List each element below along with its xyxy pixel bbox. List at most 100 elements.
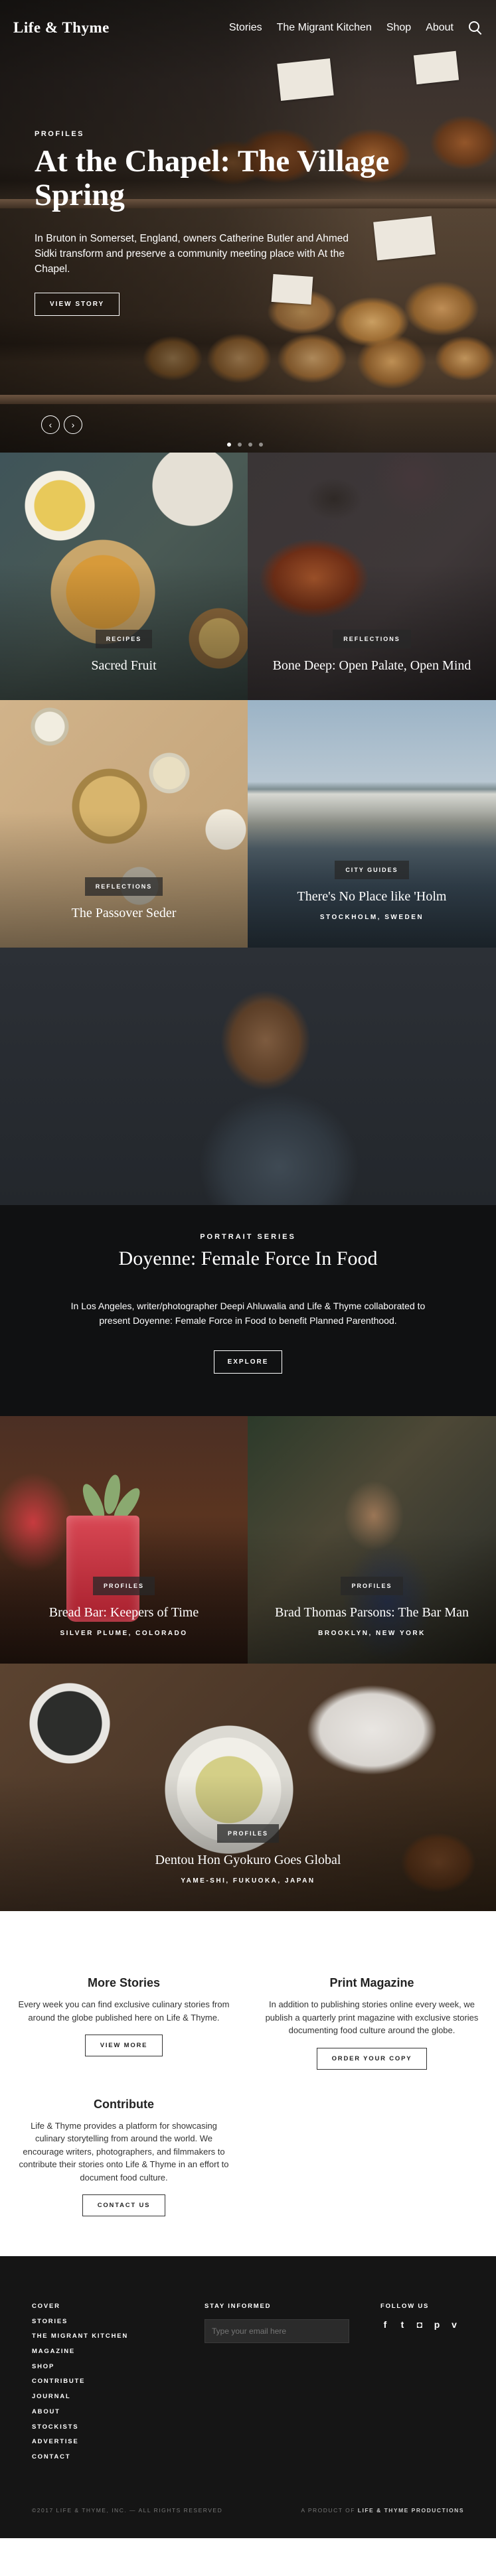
pinterest-icon[interactable]: p xyxy=(432,2319,442,2330)
footer-link-about[interactable]: ABOUT xyxy=(32,2408,205,2415)
hero-title[interactable]: At the Chapel: The Village Spring xyxy=(35,145,393,212)
shelf-divider xyxy=(0,395,496,404)
tile-title[interactable]: Bread Bar: Keepers of Time xyxy=(0,1605,248,1620)
order-copy-button[interactable]: ORDER YOUR COPY xyxy=(316,2047,428,2070)
site-footer: COVER STORIES THE MIGRANT KITCHEN MAGAZI… xyxy=(0,2256,496,2538)
slider-dot[interactable] xyxy=(238,443,242,447)
story-grid-row-2: REFLECTIONS The Passover Seder CITY GUID… xyxy=(0,700,496,948)
print-magazine-title: Print Magazine xyxy=(329,1976,414,1989)
footer-link-cover[interactable]: COVER xyxy=(32,2303,205,2310)
product-name-link[interactable]: LIFE & THYME PRODUCTIONS xyxy=(358,2507,464,2514)
footer-link-stories[interactable]: STORIES xyxy=(32,2318,205,2325)
print-magazine-text: In addition to publishing stories online… xyxy=(265,1999,479,2035)
nav-shop[interactable]: Shop xyxy=(386,22,411,34)
view-more-button[interactable]: VIEW MORE xyxy=(84,2035,163,2056)
story-grid-row-1: RECIPES Sacred Fruit REFLECTIONS Bone De… xyxy=(0,453,496,700)
newsletter-block: STAY INFORMED xyxy=(205,2303,380,2469)
nav-stories[interactable]: Stories xyxy=(229,22,262,34)
tile-caption: RECIPES Sacred Fruit xyxy=(0,630,248,674)
footer-link-shop[interactable]: SHOP xyxy=(32,2363,205,2370)
tile-location: BROOKLYN, NEW YORK xyxy=(318,1630,426,1637)
contribute-text: Life & Thyme provides a platform for sho… xyxy=(19,2120,229,2182)
slider-dots xyxy=(227,443,263,447)
category-badge[interactable]: PROFILES xyxy=(341,1577,403,1595)
hero-description: In Bruton in Somerset, England, owners C… xyxy=(35,232,349,275)
story-tile-passover-seder[interactable]: REFLECTIONS The Passover Seder xyxy=(0,700,248,948)
slider-dot[interactable] xyxy=(248,443,252,447)
tile-location: STOCKHOLM, SWEDEN xyxy=(319,914,424,921)
hero-slider: PROFILES At the Chapel: The Village Spri… xyxy=(0,0,496,453)
series-description: In Los Angeles, writer/photographer Deep… xyxy=(70,1301,426,1326)
nav-about[interactable]: About xyxy=(426,22,454,34)
footer-columns: COVER STORIES THE MIGRANT KITCHEN MAGAZI… xyxy=(32,2303,496,2469)
view-story-button[interactable]: VIEW STORY xyxy=(35,293,120,317)
copyright-text: ©2017 LIFE & THYME, INC. — ALL RIGHTS RE… xyxy=(32,2507,223,2514)
footer-link-migrant-kitchen[interactable]: THE MIGRANT KITCHEN xyxy=(32,2332,205,2340)
facebook-icon[interactable]: f xyxy=(380,2319,390,2330)
slider-dot[interactable] xyxy=(259,443,263,447)
info-grid: More Stories Every week you can find exc… xyxy=(0,1976,496,2070)
tile-caption: REFLECTIONS The Passover Seder xyxy=(0,877,248,921)
footer-link-contact[interactable]: CONTACT xyxy=(32,2453,205,2461)
category-badge[interactable]: CITY GUIDES xyxy=(335,861,409,879)
nav-migrant-kitchen[interactable]: The Migrant Kitchen xyxy=(277,22,372,34)
story-tile-bone-deep[interactable]: REFLECTIONS Bone Deep: Open Palate, Open… xyxy=(248,453,496,700)
portrait-image xyxy=(0,948,496,1205)
footer-bottom: ©2017 LIFE & THYME, INC. — ALL RIGHTS RE… xyxy=(32,2507,464,2514)
footer-link-stockists[interactable]: STOCKISTS xyxy=(32,2423,205,2431)
story-tile-bread-bar[interactable]: PROFILES Bread Bar: Keepers of Time SILV… xyxy=(0,1416,248,1664)
social-icons: f t ◘ p v xyxy=(380,2319,459,2330)
slider-dot[interactable] xyxy=(227,443,231,447)
social-block: FOLLOW US f t ◘ p v xyxy=(380,2303,459,2469)
category-badge[interactable]: RECIPES xyxy=(95,630,153,648)
hero-category: PROFILES xyxy=(35,130,85,138)
more-stories-text: Every week you can find exclusive culina… xyxy=(18,1999,230,2023)
story-tile-sacred-fruit[interactable]: RECIPES Sacred Fruit xyxy=(0,453,248,700)
newsletter-email-input[interactable] xyxy=(205,2319,349,2343)
category-badge[interactable]: PROFILES xyxy=(216,1824,279,1843)
footer-link-contribute[interactable]: CONTRIBUTE xyxy=(32,2378,205,2385)
category-badge[interactable]: PROFILES xyxy=(92,1577,155,1595)
footer-link-journal[interactable]: JOURNAL xyxy=(32,2393,205,2400)
print-magazine-block: Print Magazine In addition to publishing… xyxy=(248,1976,496,2070)
story-tile-brad-thomas-parsons[interactable]: PROFILES Brad Thomas Parsons: The Bar Ma… xyxy=(248,1416,496,1664)
twitter-icon[interactable]: t xyxy=(398,2319,407,2330)
tile-title[interactable]: Dentou Hon Gyokuro Goes Global xyxy=(0,1852,496,1868)
price-tag xyxy=(277,58,334,102)
footer-links: COVER STORIES THE MIGRANT KITCHEN MAGAZI… xyxy=(32,2303,205,2469)
tile-caption: PROFILES Bread Bar: Keepers of Time SILV… xyxy=(0,1577,248,1637)
main-nav: Stories The Migrant Kitchen Shop About xyxy=(229,21,483,35)
portrait-series-content: PORTRAIT SERIES Doyenne: Female Force In… xyxy=(0,1205,496,1416)
product-credit: A PRODUCT OF LIFE & THYME PRODUCTIONS xyxy=(301,2507,464,2514)
site-logo[interactable]: Life & Thyme xyxy=(13,19,110,36)
tile-title[interactable]: Sacred Fruit xyxy=(0,658,248,674)
tile-title[interactable]: There's No Place like 'Holm xyxy=(248,889,496,904)
prev-arrow-icon[interactable]: ‹ xyxy=(41,415,60,434)
contact-us-button[interactable]: CONTACT US xyxy=(82,2194,166,2216)
info-section: More Stories Every week you can find exc… xyxy=(0,1911,496,2256)
explore-button[interactable]: EXPLORE xyxy=(213,1350,283,1374)
category-badge[interactable]: REFLECTIONS xyxy=(84,877,163,896)
vimeo-icon[interactable]: v xyxy=(450,2319,459,2330)
story-tile-gyokuro[interactable]: PROFILES Dentou Hon Gyokuro Goes Global … xyxy=(0,1664,496,1911)
series-kicker: PORTRAIT SERIES xyxy=(200,1233,296,1241)
tile-location: YAME-SHI, FUKUOKA, JAPAN xyxy=(181,1877,315,1885)
series-title[interactable]: Doyenne: Female Force In Food xyxy=(0,1248,496,1270)
tile-caption: PROFILES Dentou Hon Gyokuro Goes Global … xyxy=(0,1824,496,1885)
tile-title[interactable]: The Passover Seder xyxy=(0,905,248,921)
instagram-icon[interactable]: ◘ xyxy=(415,2319,424,2330)
price-tag xyxy=(413,50,459,85)
category-badge[interactable]: REFLECTIONS xyxy=(333,630,411,648)
story-tile-stockholm[interactable]: CITY GUIDES There's No Place like 'Holm … xyxy=(248,700,496,948)
tile-caption: CITY GUIDES There's No Place like 'Holm … xyxy=(248,861,496,921)
contribute-block: Contribute Life & Thyme provides a platf… xyxy=(0,2098,248,2216)
search-icon[interactable] xyxy=(468,21,483,35)
footer-link-magazine[interactable]: MAGAZINE xyxy=(32,2348,205,2355)
hero-content: PROFILES At the Chapel: The Village Spri… xyxy=(35,130,393,317)
hero-arrows: ‹ › xyxy=(41,415,82,434)
next-arrow-icon[interactable]: › xyxy=(64,415,82,434)
tile-title[interactable]: Brad Thomas Parsons: The Bar Man xyxy=(248,1605,496,1620)
footer-link-advertise[interactable]: ADVERTISE xyxy=(32,2438,205,2445)
tile-title[interactable]: Bone Deep: Open Palate, Open Mind xyxy=(248,658,496,674)
social-heading: FOLLOW US xyxy=(380,2303,430,2310)
